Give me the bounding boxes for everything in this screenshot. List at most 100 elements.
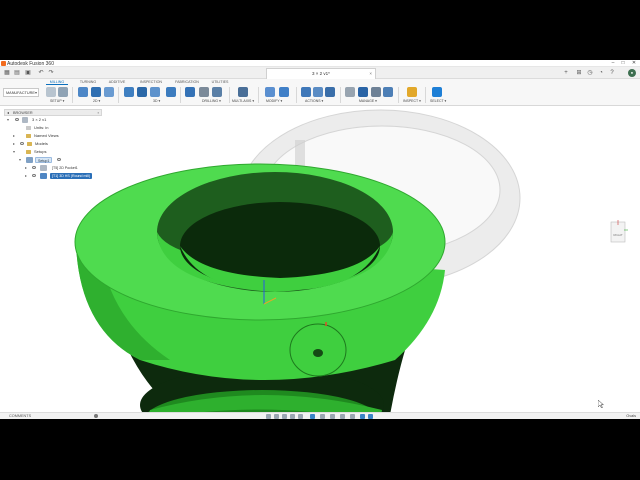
stock-icon[interactable] [350,414,355,419]
simulation-icon[interactable] [368,414,373,419]
expand-arrow-icon[interactable]: ▸ [25,172,27,180]
face-icon[interactable] [104,87,114,97]
tab-inspection[interactable]: INSPECTION [138,79,164,85]
status-text: Ovals [626,414,636,418]
post-process-icon[interactable] [325,87,335,97]
tool-library-icon[interactable] [345,87,355,97]
close-tab-icon[interactable]: × [369,69,372,79]
undo-icon[interactable]: ↶ [37,69,45,77]
3d-pocket-icon[interactable] [137,87,147,97]
inspect-measure-icon[interactable] [407,87,417,97]
data-panel-icon[interactable]: ▦ [3,69,11,77]
modify-edit-icon[interactable] [279,87,289,97]
group-inspect[interactable]: INSPECT ▾ [403,99,421,103]
group-3d[interactable]: 3D ▾ [153,99,160,103]
group-manage[interactable]: MANAGE ▾ [359,99,377,103]
tree-item-setups[interactable]: ▾ Setups [4,148,102,156]
template-library-icon[interactable] [358,87,368,97]
maximize-button[interactable]: □ [618,60,628,67]
view-cube[interactable]: RIGHT [608,220,628,246]
tree-item-document[interactable]: ▾ 3 × 2 v1 [4,116,102,124]
toolpath-icon[interactable] [360,414,365,419]
camera-icon[interactable] [340,414,345,419]
group-setup[interactable]: SETUP ▾ [50,99,64,103]
redo-icon[interactable]: ↷ [47,69,55,77]
user-avatar[interactable]: ● [628,69,636,77]
tab-additive[interactable]: ADDITIVE [106,79,128,85]
grid-icon[interactable] [320,414,325,419]
2d-adaptive-icon[interactable] [78,87,88,97]
group-actions[interactable]: ACTIONS ▾ [305,99,323,103]
expand-arrow-icon[interactable]: ▸ [13,140,15,148]
tree-item-named-views[interactable]: ▸ Named Views [4,132,102,140]
zoom-icon[interactable] [290,414,295,419]
group-multi-axis[interactable]: MULTI-AXIS ▾ [232,99,254,103]
tab-fabrication[interactable]: FABRICATION [172,79,202,85]
tree-item-operation-pocket[interactable]: ▸ [T5] 2D Pocket1 [4,164,102,172]
visibility-eye-icon[interactable] [15,118,19,121]
document-tab-label: 3 × 2 v1* [312,71,330,76]
look-at-icon[interactable] [274,414,279,419]
tree-item-units[interactable]: Units: in [4,124,102,132]
save-icon[interactable]: ▣ [24,69,32,77]
display-settings-icon[interactable] [310,414,315,419]
select-arrow-icon[interactable] [432,87,442,97]
pan-icon[interactable] [282,414,287,419]
help-icon[interactable]: ? [608,69,616,77]
visibility-eye-icon[interactable] [20,142,24,145]
3d-adaptive-icon[interactable] [124,87,134,97]
expand-arrow-icon[interactable]: ▾ [13,148,15,156]
3d-contour-icon[interactable] [166,87,176,97]
comments-label[interactable]: COMMENTS [9,413,31,419]
divider [340,87,341,103]
expand-arrow-icon[interactable]: ▾ [7,116,9,124]
visibility-eye-icon[interactable] [32,174,36,177]
comments-toggle-icon[interactable] [94,414,98,418]
extensions-icon[interactable]: ⊞ [575,69,583,77]
generate-icon[interactable] [301,87,311,97]
new-tab-icon[interactable]: + [562,69,570,77]
tab-utilities[interactable]: UTILITIES [209,79,231,85]
minimize-button[interactable]: – [608,60,618,67]
tree-item-operation-3dhs[interactable]: ▸ [T1] 3D HS (Round mill) [4,172,102,180]
thread-icon[interactable] [212,87,222,97]
modify-pattern-icon[interactable] [265,87,275,97]
expand-arrow-icon[interactable]: ▸ [13,132,15,140]
visibility-eye-icon[interactable] [32,166,36,169]
file-menu-icon[interactable]: ▤ [13,69,21,77]
task-manager-icon[interactable] [383,87,393,97]
notifications-icon[interactable]: ◔ [597,69,605,77]
tree-item-label: [T1] 3D HS (Round mill) [50,173,93,179]
new-setup-icon[interactable] [58,87,68,97]
setup-icon[interactable] [46,87,56,97]
tab-turning[interactable]: TURNING [77,79,99,85]
fit-icon[interactable] [298,414,303,419]
fusion-window: Autodesk Fusion 360 – □ ✕ ▦ ▤ ▣ ↶ ↷ 3 × … [0,60,640,419]
group-2d[interactable]: 2D ▾ [93,99,100,103]
browser-header[interactable]: ◂ BROWSER ▪ [4,109,102,116]
workspace-label: MANUFACTURE [6,91,35,95]
group-select[interactable]: SELECT ▾ [430,99,446,103]
expand-arrow-icon[interactable]: ▾ [19,156,21,164]
3d-op-icon [40,173,47,179]
close-window-button[interactable]: ✕ [629,60,639,67]
multi-axis-icon[interactable] [238,87,248,97]
drill-icon[interactable] [185,87,195,97]
simulate-icon[interactable] [313,87,323,97]
tree-item-setup1[interactable]: ▾ Setup1 [4,156,102,164]
group-modify[interactable]: MODIFY ▾ [266,99,282,103]
visibility-eye-icon[interactable] [57,158,61,161]
drill-hole-icon[interactable] [199,87,209,97]
expand-arrow-icon[interactable]: ▸ [25,164,27,172]
workspace-selector[interactable]: MANUFACTURE ▾ [3,88,39,97]
2d-pocket-icon[interactable] [91,87,101,97]
tab-milling[interactable]: MILLING [46,79,68,85]
tree-item-models[interactable]: ▸ Models [4,140,102,148]
group-drilling[interactable]: DRILLING ▾ [202,99,221,103]
3d-parallel-icon[interactable] [150,87,160,97]
orbit-icon[interactable] [266,414,271,419]
viewports-icon[interactable] [330,414,335,419]
post-library-icon[interactable] [371,87,381,97]
job-status-icon[interactable]: ◷ [586,69,594,77]
document-tab[interactable]: 3 × 2 v1* × [266,68,376,79]
